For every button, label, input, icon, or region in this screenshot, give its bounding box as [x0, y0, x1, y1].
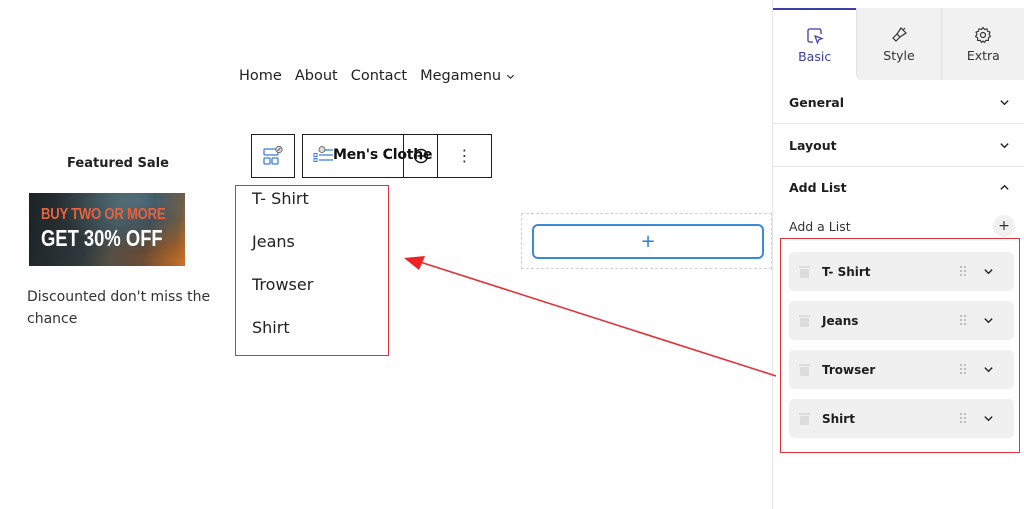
banner-line-2: GET 30% OFF: [41, 225, 163, 251]
more-vertical-icon: ⋮: [456, 146, 473, 165]
block-grid-icon: [263, 146, 283, 165]
trash-icon[interactable]: [799, 265, 810, 278]
cursor-select-icon: [807, 27, 824, 45]
chevron-down-icon: [1000, 142, 1009, 148]
drag-handle-icon[interactable]: [959, 412, 967, 424]
panel-general: General: [773, 81, 1024, 124]
list-item[interactable]: Jeans: [252, 232, 295, 251]
list-item[interactable]: Trowser: [252, 275, 313, 294]
chevron-down-icon[interactable]: [983, 364, 994, 375]
list-icon: [313, 146, 333, 162]
item-label: T- Shirt: [822, 264, 871, 279]
more-options-button[interactable]: ⋮: [437, 135, 491, 177]
sidebar-list-item[interactable]: Shirt: [789, 399, 1014, 438]
panel-title: General: [789, 94, 844, 110]
block-appender-area: +: [521, 213, 772, 269]
canvas-list-block[interactable]: T- Shirt Jeans Trowser Shirt: [235, 185, 389, 356]
plus-circle-icon: [413, 148, 428, 164]
add-item-button[interactable]: [403, 135, 437, 177]
gear-icon: [975, 26, 992, 43]
panel-general-toggle[interactable]: General: [773, 81, 1024, 123]
tab-basic[interactable]: Basic: [773, 8, 857, 80]
block-toolbar: Men's Clothe ⋮: [302, 134, 492, 178]
paintbrush-icon: [892, 26, 907, 42]
add-a-list-row: Add a List +: [789, 215, 1015, 237]
panel-add-list: Add List: [773, 166, 1024, 208]
sale-banner-image: BUY TWO OR MORE GET 30% OFF: [29, 193, 185, 266]
list-item[interactable]: T- Shirt: [252, 189, 309, 208]
settings-tabs: Basic Style Extra: [773, 8, 1024, 80]
tab-style[interactable]: Style: [856, 8, 941, 80]
chevron-up-icon: [1000, 184, 1009, 190]
add-a-list-label: Add a List: [789, 218, 851, 234]
editor-canvas: Home About Contact Megamenu Featured Sal…: [0, 0, 772, 509]
sidebar-list-items: T- Shirt Jeans Trowser Shirt: [780, 238, 1020, 453]
nav-item-home[interactable]: Home: [239, 68, 282, 84]
trash-icon[interactable]: [799, 363, 810, 376]
chevron-down-icon[interactable]: [983, 266, 994, 277]
nav-item-contact[interactable]: Contact: [351, 68, 407, 84]
banner-line-1: BUY TWO OR MORE: [41, 206, 166, 223]
tab-label: Basic: [798, 48, 832, 64]
block-settings-sidebar: Basic Style Extra General Layout Add Lis…: [772, 0, 1024, 509]
panel-add-list-toggle[interactable]: Add List: [773, 166, 1024, 208]
drag-handle-icon[interactable]: [959, 314, 967, 326]
drag-handle-icon[interactable]: [959, 363, 967, 375]
add-list-item-button[interactable]: +: [993, 215, 1015, 237]
nav-item-megamenu[interactable]: Megamenu: [420, 68, 515, 84]
item-label: Jeans: [822, 313, 859, 328]
add-block-button[interactable]: +: [532, 224, 764, 259]
sidebar-list-item[interactable]: Jeans: [789, 301, 1014, 340]
panel-title: Add List: [789, 179, 847, 195]
nav-item-label: Megamenu: [420, 68, 502, 84]
featured-description: Discounted don't miss the chance: [27, 289, 211, 327]
chevron-down-icon[interactable]: [983, 413, 994, 424]
panel-layout-toggle[interactable]: Layout: [773, 124, 1024, 166]
trash-icon[interactable]: [799, 412, 810, 425]
chevron-down-icon[interactable]: [983, 315, 994, 326]
nav-item-label: About: [294, 68, 338, 84]
chevron-down-icon: [1000, 99, 1009, 105]
list-block-button[interactable]: Men's Clothe: [303, 135, 433, 177]
item-label: Trowser: [822, 362, 876, 377]
tab-extra[interactable]: Extra: [940, 8, 1024, 80]
tab-label: Extra: [966, 47, 1000, 63]
nav-item-label: Contact: [350, 68, 408, 84]
nav-item-about[interactable]: About: [295, 68, 338, 84]
tab-label: Style: [883, 47, 915, 63]
chevron-down-icon: [507, 74, 515, 79]
sidebar-list-item[interactable]: Trowser: [789, 350, 1014, 389]
drag-handle-icon[interactable]: [959, 265, 967, 277]
trash-icon[interactable]: [799, 314, 810, 327]
plus-icon: +: [998, 218, 1010, 234]
sidebar-list-item[interactable]: T- Shirt: [789, 252, 1014, 291]
site-navigation: Home About Contact Megamenu: [239, 68, 528, 84]
nav-item-label: Home: [239, 68, 282, 84]
panel-layout: Layout: [773, 124, 1024, 167]
list-item[interactable]: Shirt: [252, 318, 290, 337]
block-switcher-button[interactable]: [251, 134, 295, 178]
featured-sale-title: Featured Sale: [67, 156, 169, 171]
item-label: Shirt: [822, 411, 855, 426]
panel-title: Layout: [789, 137, 837, 153]
plus-icon: +: [640, 231, 656, 252]
